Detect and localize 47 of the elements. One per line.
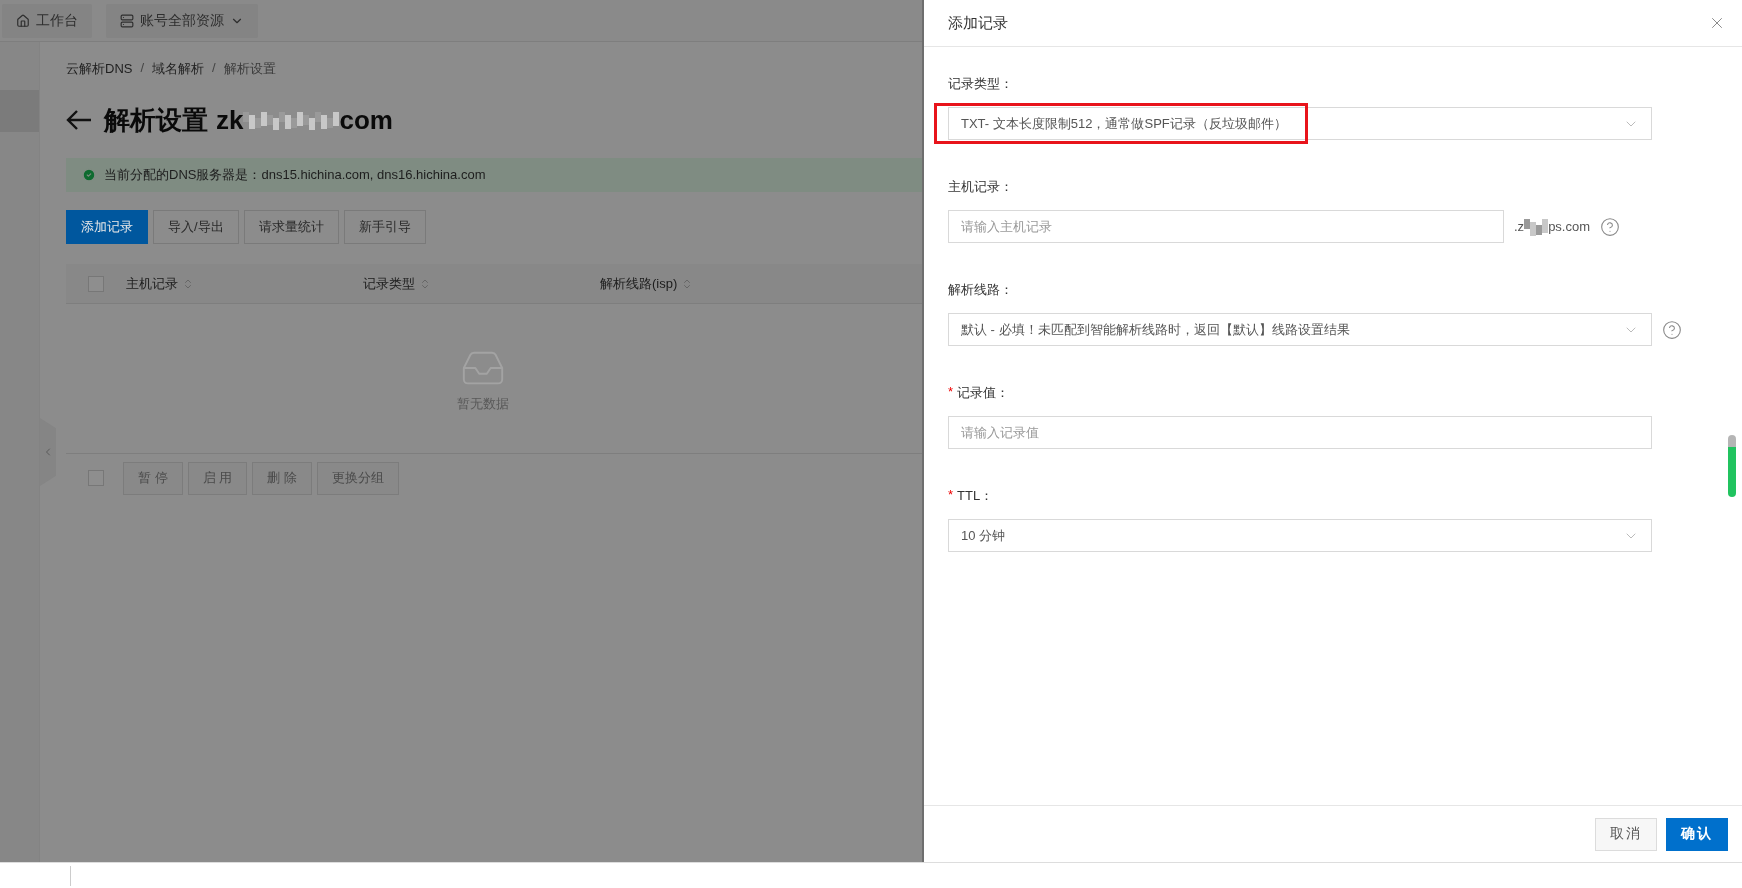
field-label: TTL： [957, 487, 994, 505]
breadcrumb-separator: / [140, 60, 145, 77]
action-button[interactable]: 请求量统计 [243, 210, 339, 244]
page-title: 解析设置 [104, 103, 208, 137]
column-header[interactable]: 记录类型 [363, 274, 415, 293]
required-mark: * [948, 487, 954, 504]
alert-text: 当前分配的DNS服务器是：dns15.hichina.com, dns16.hichina.com [104, 166, 486, 184]
select-field[interactable]: TXT- 文本长度限制512，通常做SPF记录（反垃圾邮件） [948, 107, 1652, 140]
check-circle-icon [82, 168, 96, 182]
server-icon [120, 13, 134, 28]
blurred-text-drawing [1524, 216, 1549, 237]
scroll-indicator [1728, 435, 1736, 497]
select-field[interactable]: 默认 - 必填！未匹配到智能解析线路时，返回【默认】线路设置结果 [948, 313, 1652, 346]
breadcrumb-link[interactable]: 域名解析 [152, 60, 205, 78]
domain-text: zk [216, 104, 244, 136]
breadcrumb-link[interactable]: 云解析DNS [66, 60, 133, 78]
footer-button[interactable]: 取消 [1595, 817, 1657, 851]
sort-icon[interactable] [419, 277, 431, 290]
column-header[interactable]: 主机记录 [126, 274, 178, 293]
field-label: 记录值： [957, 384, 1010, 402]
action-button[interactable]: 添加记录 [66, 210, 148, 244]
action-button[interactable]: 新手引导 [343, 210, 426, 244]
top-nav-tab[interactable]: 账号全部资源 [106, 3, 258, 38]
help-icon[interactable] [1662, 319, 1682, 340]
domain-suffix: ps.com [1548, 219, 1591, 234]
field-label: 记录类型： [948, 75, 1013, 93]
drawer-title: 添加记录 [948, 13, 1008, 33]
tab-label: 工作台 [36, 11, 78, 30]
domain-text: com [339, 104, 393, 136]
breadcrumb-link[interactable]: 解析设置 [223, 60, 276, 78]
home-icon [16, 13, 30, 28]
input-field[interactable]: 请输入记录值 [948, 416, 1652, 449]
field-label: 解析线路： [948, 281, 1013, 299]
domain-suffix: .z [1514, 219, 1525, 234]
field-label: 主机记录： [948, 178, 1013, 196]
column-header[interactable]: 解析线路(isp) [600, 274, 678, 293]
select-field[interactable]: 10 分钟 [948, 519, 1652, 552]
input-field[interactable]: 请输入主机记录 [948, 210, 1504, 243]
sort-icon[interactable] [182, 277, 194, 290]
back-arrow-icon[interactable] [66, 109, 92, 131]
required-mark: * [948, 384, 954, 401]
footer-button[interactable]: 确认 [1666, 817, 1728, 851]
action-button[interactable]: 导入/导出 [153, 210, 239, 244]
tab-label: 账号全部资源 [140, 11, 224, 30]
top-nav-tab[interactable]: 工作台 [2, 3, 92, 38]
breadcrumb-separator: / [212, 60, 216, 77]
help-icon[interactable] [1600, 216, 1621, 237]
